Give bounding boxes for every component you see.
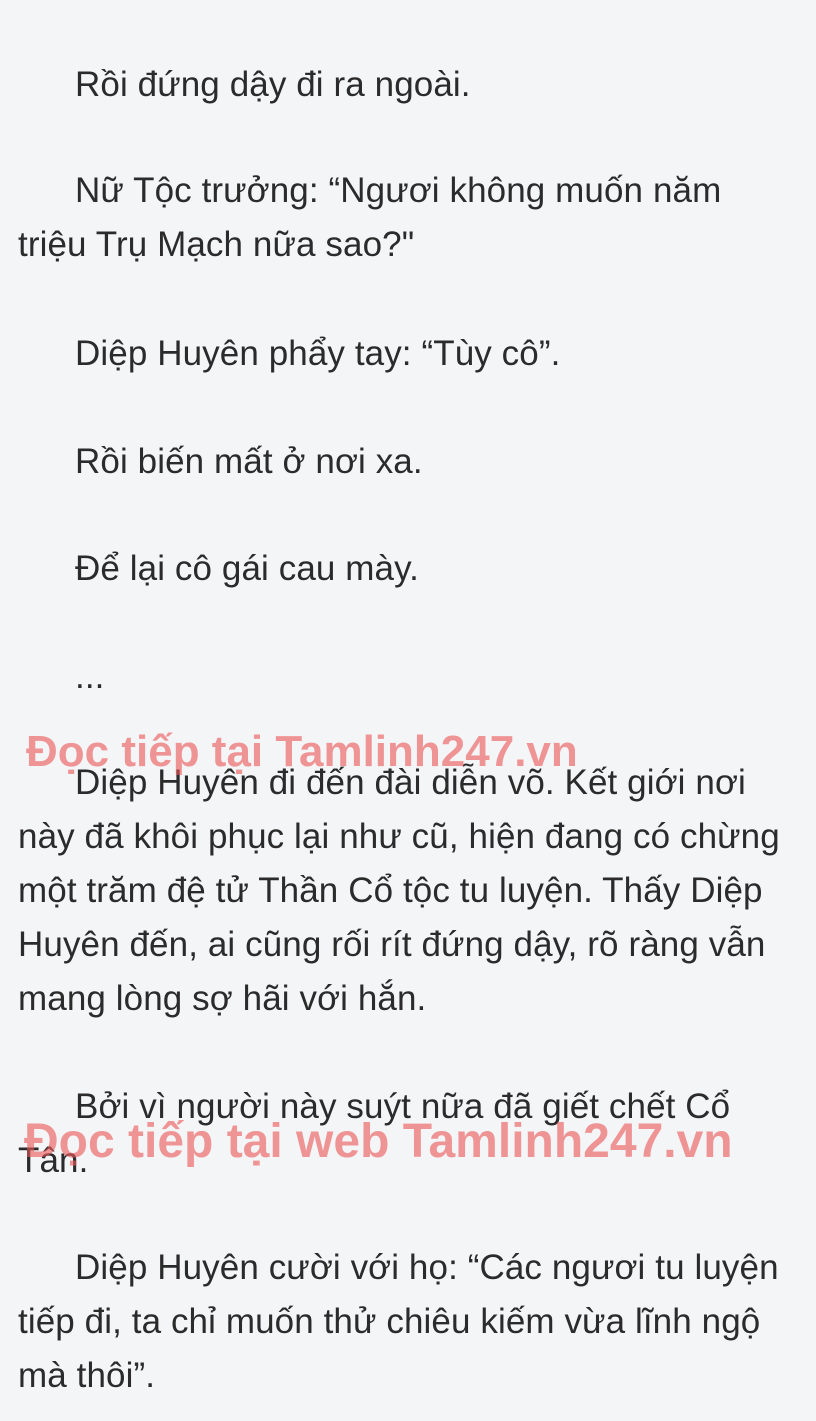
paragraph: Diệp Huyên đi đến đài diễn võ. Kết giới … — [18, 763, 780, 1018]
paragraph: Rồi biến mất ở nơi xa. — [75, 442, 423, 481]
paragraph: Nữ Tộc trưởng: “Ngươi không muốn năm tri… — [18, 171, 722, 264]
paragraph: ... — [75, 657, 105, 696]
chapter-content: Rồi đứng dậy đi ra ngoài. Nữ Tộc trưởng:… — [18, 0, 794, 1421]
paragraph: Rồi đứng dậy đi ra ngoài. — [75, 65, 471, 104]
paragraph: Bởi vì người này suýt nữa đã giết chết C… — [18, 1087, 731, 1180]
paragraph: Diệp Huyên cười với họ: “Các ngươi tu lu… — [18, 1248, 779, 1395]
paragraph: Để lại cô gái cau mày. — [75, 549, 419, 588]
paragraph: Diệp Huyên phẩy tay: “Tùy cô”. — [75, 334, 561, 373]
